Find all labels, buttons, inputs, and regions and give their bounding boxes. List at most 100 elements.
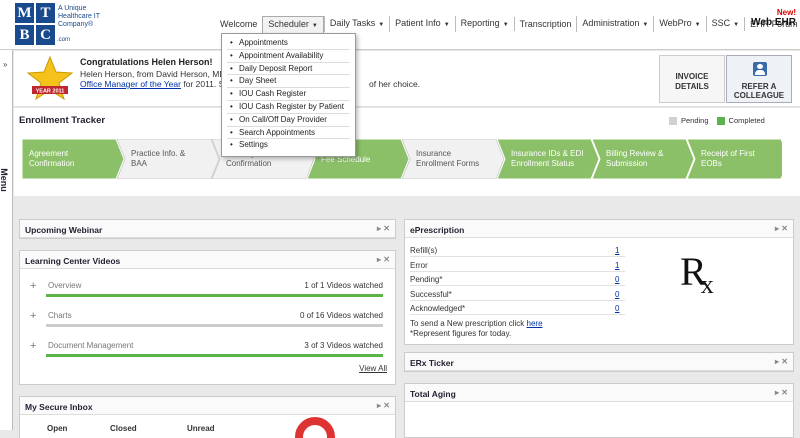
step-label: Enrollment Status (511, 159, 574, 168)
widget-controls-icon[interactable]: ▸ ✕ (377, 255, 390, 264)
chevron-down-icon: ▼ (443, 22, 450, 28)
legend-completed-label: Completed (728, 116, 765, 125)
step-label: Receipt of First (701, 149, 756, 158)
nav-item-scheduler[interactable]: Scheduler ▼ (262, 15, 324, 33)
nav-item-administration[interactable]: Administration ▼ (576, 16, 653, 32)
rx-status-count[interactable]: 0 (615, 304, 619, 313)
chevron-down-icon: ▼ (733, 22, 740, 28)
banner-title: Congratulations Helen Herson! (80, 57, 213, 67)
menu-item-on-call-off-day-provider[interactable]: On Call/Off Day Provider (227, 114, 350, 127)
scheduler-dropdown-menu: AppointmentsAppointment AvailabilityDail… (221, 33, 356, 157)
widget-title: ePrescription (410, 225, 465, 235)
invoice-details-button[interactable]: INVOICE DETAILS (659, 55, 725, 103)
video-watch-count: 0 of 16 Videos watched (299, 311, 383, 320)
view-all-link[interactable]: View All (359, 364, 387, 373)
rx-status-label: Refill(s) (410, 246, 438, 255)
tracker-step[interactable]: Insurance IDs & EDIEnrollment Status (496, 139, 600, 179)
menu-item-appointments[interactable]: Appointments (227, 37, 350, 50)
widget-controls-icon[interactable]: ▸ ✕ (775, 357, 788, 366)
logo-letter: T (36, 3, 55, 23)
widget-header: ERx Ticker ▸ ✕ (405, 353, 793, 371)
menu-item-iou-cash-register[interactable]: IOU Cash Register (227, 88, 350, 101)
inbox-closed-column[interactable]: Closed (110, 424, 137, 433)
side-menu-tab[interactable]: » Menu (0, 50, 13, 430)
expand-plus-icon[interactable]: + (30, 310, 36, 322)
chevron-down-icon: ▼ (694, 22, 701, 28)
new-prescription-link[interactable]: here (527, 319, 543, 328)
menu-item-settings[interactable]: Settings (227, 139, 350, 152)
video-category-name: Overview (48, 281, 82, 290)
tracker-step[interactable]: Practice Info. &BAA (116, 139, 220, 179)
award-star-icon: YEAR 2011 (26, 55, 74, 101)
total-aging-widget: Total Aging ▸ ✕ (404, 383, 794, 438)
menu-item-appointment-availability[interactable]: Appointment Availability (227, 50, 350, 63)
tracker-step[interactable]: InsuranceEnrollment Forms (401, 139, 505, 179)
legend-pending-swatch (669, 116, 677, 125)
tracker-step[interactable]: Receipt of FirstEOBs (686, 139, 782, 179)
widget-controls-icon[interactable]: ▸ ✕ (775, 388, 788, 397)
award-link[interactable]: Office Manager of the Year (80, 79, 181, 89)
chevron-down-icon: ▼ (311, 22, 318, 29)
nav-item-ssc[interactable]: SSC ▼ (705, 16, 744, 32)
logo-letter: C (36, 25, 55, 45)
mtbc-logo[interactable]: M T B C A Unique Healthcare IT Company® … (15, 3, 125, 45)
video-progress-fill (46, 294, 383, 297)
menu-item-daily-deposit-report[interactable]: Daily Deposit Report (227, 63, 350, 76)
expand-plus-icon[interactable]: + (30, 340, 36, 352)
nav-item-reporting[interactable]: Reporting ▼ (454, 16, 514, 32)
tracker-step[interactable]: AgreementConfirmation (22, 139, 125, 179)
widget-controls-icon[interactable]: ▸ ✕ (377, 224, 390, 233)
rx-status-count[interactable]: 0 (615, 275, 619, 284)
tracker-step[interactable]: Billing Review &Submission (591, 139, 695, 179)
menu-item-day-sheet[interactable]: Day Sheet (227, 75, 350, 89)
video-category-row[interactable]: + Document Management 3 of 3 Videos watche… (28, 337, 383, 363)
side-menu-label: Menu (0, 168, 9, 192)
widget-title: Upcoming Webinar (25, 225, 103, 235)
web-ehr-brand: Web EHR (751, 17, 796, 28)
rx-status-count[interactable]: 1 (615, 246, 619, 255)
video-watch-count: 1 of 1 Videos watched (304, 281, 383, 290)
rx-note: To send a New prescription click here (410, 319, 543, 328)
banner-tail: of her choice. (369, 79, 421, 89)
step-label: Confirmation (226, 159, 271, 168)
video-progress-bar (46, 354, 383, 357)
learning-center-widget: Learning Center Videos ▸ ✕ + Overview 1 of … (19, 250, 396, 385)
nav-item-welcome[interactable]: Welcome (215, 17, 262, 31)
widget-title: ERx Ticker (410, 358, 454, 368)
expand-plus-icon[interactable]: + (30, 280, 36, 292)
menu-item-iou-cash-register-by-patient[interactable]: IOU Cash Register by Patient (227, 101, 350, 114)
step-label: Insurance (416, 149, 452, 158)
nav-item-daily-tasks[interactable]: Daily Tasks ▼ (323, 16, 389, 32)
rx-status-label: Error (410, 260, 428, 270)
step-label: Practice Info. & (131, 149, 186, 158)
menu-item-search-appointments[interactable]: Search Appointments (227, 127, 350, 140)
tracker-title: Enrollment Tracker (19, 115, 106, 126)
inbox-open-column[interactable]: Open (47, 424, 67, 433)
rx-letter-x: x (700, 270, 714, 299)
expand-menu-icon[interactable]: » (3, 60, 7, 69)
video-category-row[interactable]: + Overview 1 of 1 Videos watched (28, 277, 383, 303)
video-category-name: Document Management (48, 341, 134, 350)
web-ehr-link[interactable]: New! Web EHR (740, 8, 796, 36)
video-category-row[interactable]: + Charts 0 of 16 Videos watched (28, 307, 383, 333)
invoice-details-label: INVOICE DETAILS (675, 72, 709, 91)
legend-completed-swatch (716, 116, 725, 125)
nav-item-transcription[interactable]: Transcription (513, 17, 577, 31)
enrollment-tracker: Enrollment Tracker Pending Completed Agr… (14, 108, 800, 196)
rx-status-count[interactable]: 0 (615, 290, 619, 299)
rx-note-prefix: To send a New prescription click (410, 319, 527, 328)
rx-status-row: Refill(s) 1 (410, 244, 625, 257)
award-badge-text: YEAR 2011 (36, 89, 65, 95)
step-label: Submission (606, 159, 647, 168)
widget-controls-icon[interactable]: ▸ ✕ (775, 224, 788, 233)
inbox-unread-column[interactable]: Unread (187, 424, 215, 433)
nav-item-patient-info[interactable]: Patient Info ▼ (389, 16, 455, 32)
nav-item-label: Scheduler (268, 18, 309, 29)
nav-item-webpro[interactable]: WebPro ▼ (653, 16, 705, 32)
refer-colleague-button[interactable]: REFER A COLLEAGUE (726, 55, 792, 103)
congratulations-banner: YEAR 2011 Congratulations Helen Herson! … (14, 51, 800, 107)
logo-grid: M T B C (15, 3, 55, 45)
step-label: Confirmation (29, 159, 74, 168)
rx-status-count[interactable]: 1 (615, 261, 619, 270)
widget-controls-icon[interactable]: ▸ ✕ (377, 401, 390, 410)
